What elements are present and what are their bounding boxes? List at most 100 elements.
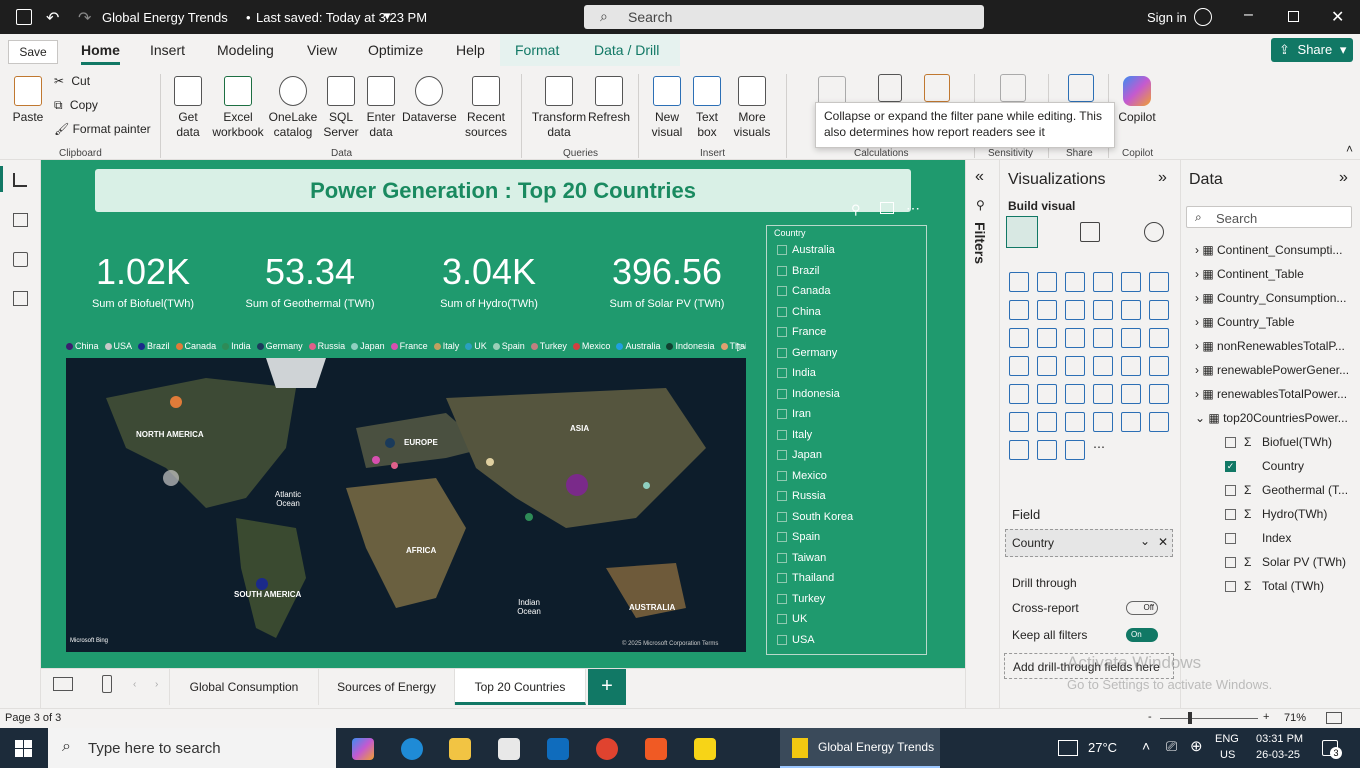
kpi-card-biofuel[interactable]: 1.02K Sum of Biofuel(TWh): [68, 252, 218, 311]
slicer-item[interactable]: Iran: [777, 408, 811, 420]
legend-item[interactable]: Spain: [492, 341, 525, 351]
weather-icon[interactable]: [1058, 740, 1078, 756]
slicer-item[interactable]: Canada: [777, 285, 831, 297]
dataverse-button[interactable]: Dataverse: [402, 76, 457, 125]
save-icon[interactable]: [16, 9, 32, 25]
add-page-button[interactable]: +: [588, 669, 626, 705]
share-button[interactable]: ⇪ Share ▾: [1271, 38, 1353, 62]
collapse-ribbon-icon[interactable]: ˄: [1346, 142, 1353, 156]
redo-icon[interactable]: ↷: [78, 8, 91, 28]
filter-icon[interactable]: ⚲: [851, 202, 861, 218]
excel-button[interactable]: Excel workbook: [210, 76, 266, 140]
visual-type-icon[interactable]: [1093, 412, 1113, 432]
visual-type-icon[interactable]: [1037, 384, 1057, 404]
kpi-card-hydro[interactable]: 3.04K Sum of Hydro(TWh): [414, 252, 564, 311]
text-box-button[interactable]: Text box: [690, 76, 724, 140]
visual-type-icon[interactable]: [1037, 328, 1057, 348]
visual-type-icon[interactable]: [1009, 328, 1029, 348]
paste-button[interactable]: Paste: [10, 76, 46, 125]
collapse-data-icon[interactable]: »: [1339, 169, 1348, 187]
format-visual-icon[interactable]: [1080, 222, 1100, 242]
data-table-item[interactable]: › ▦ Country_Consumption...: [1195, 291, 1346, 305]
visual-type-icon[interactable]: [1009, 384, 1029, 404]
map-visual[interactable]: NORTH AMERICA EUROPE ASIA Atlantic Ocean…: [66, 358, 746, 652]
region[interactable]: US: [1220, 749, 1235, 761]
visual-type-icon[interactable]: [1149, 384, 1169, 404]
checkbox-icon[interactable]: [777, 388, 787, 399]
legend-item[interactable]: China: [66, 341, 99, 351]
visual-type-icon[interactable]: [1065, 300, 1085, 320]
checkbox-icon[interactable]: [1225, 581, 1236, 593]
sign-in-link[interactable]: Sign in: [1147, 10, 1187, 25]
data-table-item[interactable]: › ▦ renewablesTotalPower...: [1195, 387, 1347, 401]
tab-data-drill[interactable]: Data / Drill: [594, 42, 659, 58]
quick-measure-icon[interactable]: [878, 74, 902, 102]
fit-page-icon[interactable]: [1326, 712, 1342, 724]
map-bubble[interactable]: [486, 458, 494, 466]
data-field-item[interactable]: Σ Total (TWh): [1225, 579, 1324, 593]
slicer-item[interactable]: Japan: [777, 449, 822, 461]
visual-type-icon[interactable]: [1149, 328, 1169, 348]
legend-item[interactable]: Japan: [351, 341, 385, 351]
chevron-down-icon[interactable]: ⌄: [1195, 411, 1208, 425]
lightning-icon[interactable]: [924, 74, 950, 102]
search-box[interactable]: ⌕ Search: [584, 5, 984, 29]
checkbox-icon[interactable]: [777, 347, 787, 358]
chrome-icon[interactable]: [596, 738, 618, 760]
visual-type-icon[interactable]: [1121, 328, 1141, 348]
expand-filters-icon[interactable]: «: [975, 168, 984, 186]
filters-pane-collapsed[interactable]: « ⚲ Filters: [965, 160, 999, 708]
undo-icon[interactable]: ↶: [46, 8, 59, 28]
data-table-item[interactable]: › ▦ Country_Table: [1195, 315, 1294, 329]
page-tab[interactable]: Sources of Energy: [319, 669, 455, 705]
mobile-layout-icon[interactable]: [102, 675, 112, 693]
visual-type-icon[interactable]: [1009, 300, 1029, 320]
data-field-item[interactable]: Σ Hydro(TWh): [1225, 507, 1327, 521]
zoom-out-icon[interactable]: -: [1148, 711, 1152, 723]
visual-type-icon[interactable]: [1093, 300, 1113, 320]
data-table-item[interactable]: › ▦ Continent_Consumpti...: [1195, 243, 1342, 257]
slicer-item[interactable]: Italy: [777, 429, 812, 441]
legend-item[interactable]: Indonesia: [666, 341, 715, 351]
checkbox-icon[interactable]: [777, 614, 787, 625]
data-field-item[interactable]: ✓ Country: [1225, 459, 1304, 473]
format-painter-button[interactable]: 🖌 Format painter: [54, 122, 151, 137]
outlook-icon[interactable]: [547, 738, 569, 760]
checkbox-icon[interactable]: [1225, 557, 1236, 569]
field-well[interactable]: Country ⌄ ✕: [1005, 529, 1173, 557]
report-view-icon[interactable]: [13, 173, 27, 187]
desktop-layout-icon[interactable]: [53, 677, 73, 691]
publish-icon[interactable]: [1068, 74, 1094, 102]
checkbox-icon[interactable]: [777, 491, 787, 502]
map-bubble[interactable]: [170, 396, 182, 408]
checkbox-icon[interactable]: [777, 593, 787, 604]
legend-item[interactable]: USA: [104, 341, 132, 351]
visual-type-icon[interactable]: [1093, 328, 1113, 348]
kpi-card-solar[interactable]: 396.56 Sum of Solar PV (TWh): [592, 252, 742, 311]
visual-type-icon[interactable]: [1009, 412, 1029, 432]
checkbox-icon[interactable]: [777, 532, 787, 543]
more-options-icon[interactable]: ⋯: [906, 200, 920, 217]
slicer-item[interactable]: Thailand: [777, 572, 834, 584]
visual-type-icon[interactable]: [1093, 356, 1113, 376]
legend-item[interactable]: UK: [465, 341, 487, 351]
cut-button[interactable]: ✂ Cut: [54, 74, 90, 89]
data-field-item[interactable]: Σ Biofuel(TWh): [1225, 435, 1332, 449]
visual-type-icon[interactable]: [1065, 356, 1085, 376]
visual-type-icon[interactable]: [1065, 412, 1085, 432]
analytics-icon[interactable]: [1144, 222, 1164, 242]
tab-home[interactable]: Home: [81, 42, 120, 65]
visual-type-icon[interactable]: [1065, 328, 1085, 348]
country-slicer[interactable]: Country Australia Brazil Canada China France…: [766, 225, 927, 655]
new-visual-button[interactable]: New visual: [646, 76, 688, 140]
checkbox-icon[interactable]: [777, 306, 787, 317]
checkbox-icon[interactable]: [777, 552, 787, 563]
map-bubble[interactable]: [256, 578, 268, 590]
file-explorer-icon[interactable]: [449, 738, 471, 760]
checkbox-icon[interactable]: [777, 511, 787, 522]
remove-field-icon[interactable]: ✕: [1158, 535, 1168, 549]
visual-type-icon[interactable]: [1009, 356, 1029, 376]
slicer-item[interactable]: India: [777, 367, 816, 379]
filters-label[interactable]: Filters: [972, 222, 988, 264]
visual-type-icon[interactable]: [1065, 272, 1085, 292]
